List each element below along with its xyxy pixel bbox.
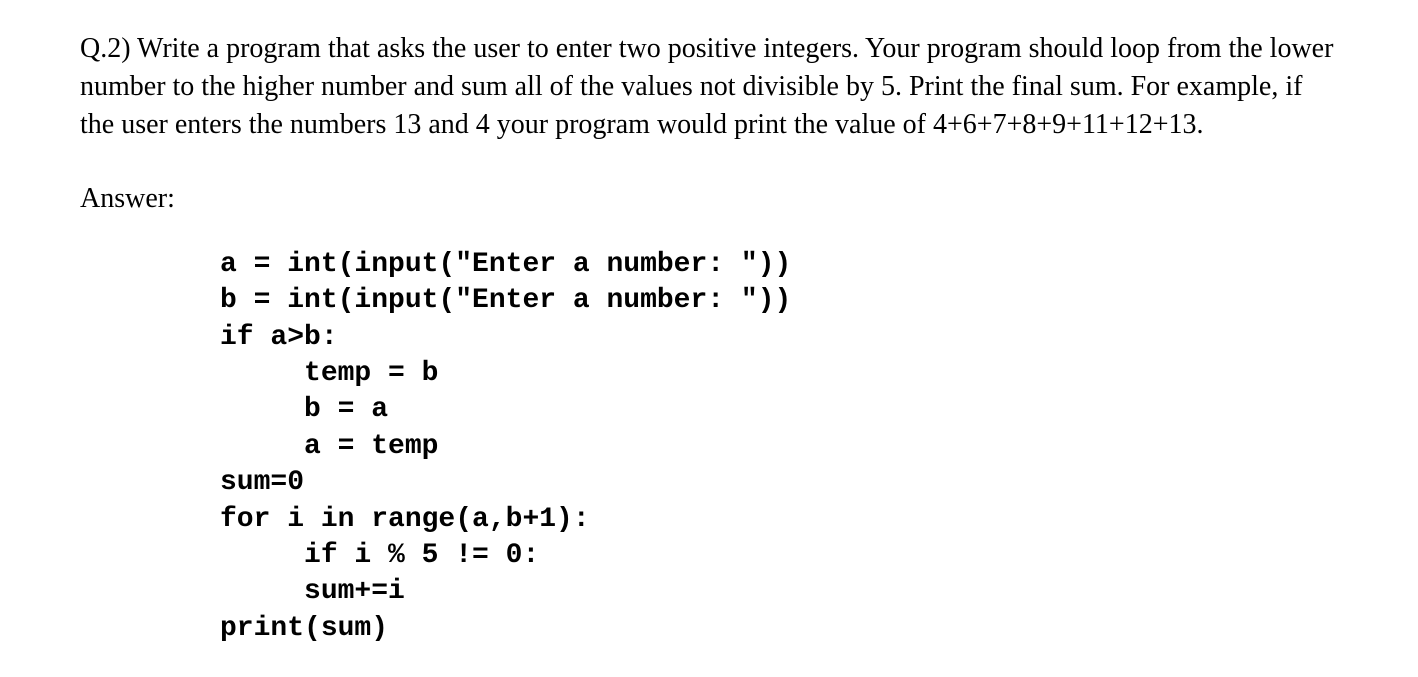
question-text: Q.2) Write a program that asks the user … — [80, 30, 1338, 143]
code-line: if a>b: — [220, 322, 338, 353]
code-line: for i in range(a,b+1): — [220, 504, 590, 535]
code-line: b = a — [220, 394, 388, 425]
code-line: b = int(input("Enter a number: ")) — [220, 285, 791, 316]
code-line: temp = b — [220, 358, 438, 389]
code-line: a = temp — [220, 431, 438, 462]
code-line: print(sum) — [220, 613, 388, 644]
code-line: if i % 5 != 0: — [220, 540, 539, 571]
code-line: a = int(input("Enter a number: ")) — [220, 249, 791, 280]
code-line: sum=0 — [220, 467, 304, 498]
code-line: sum+=i — [220, 576, 405, 607]
code-block: a = int(input("Enter a number: ")) b = i… — [220, 210, 1338, 647]
